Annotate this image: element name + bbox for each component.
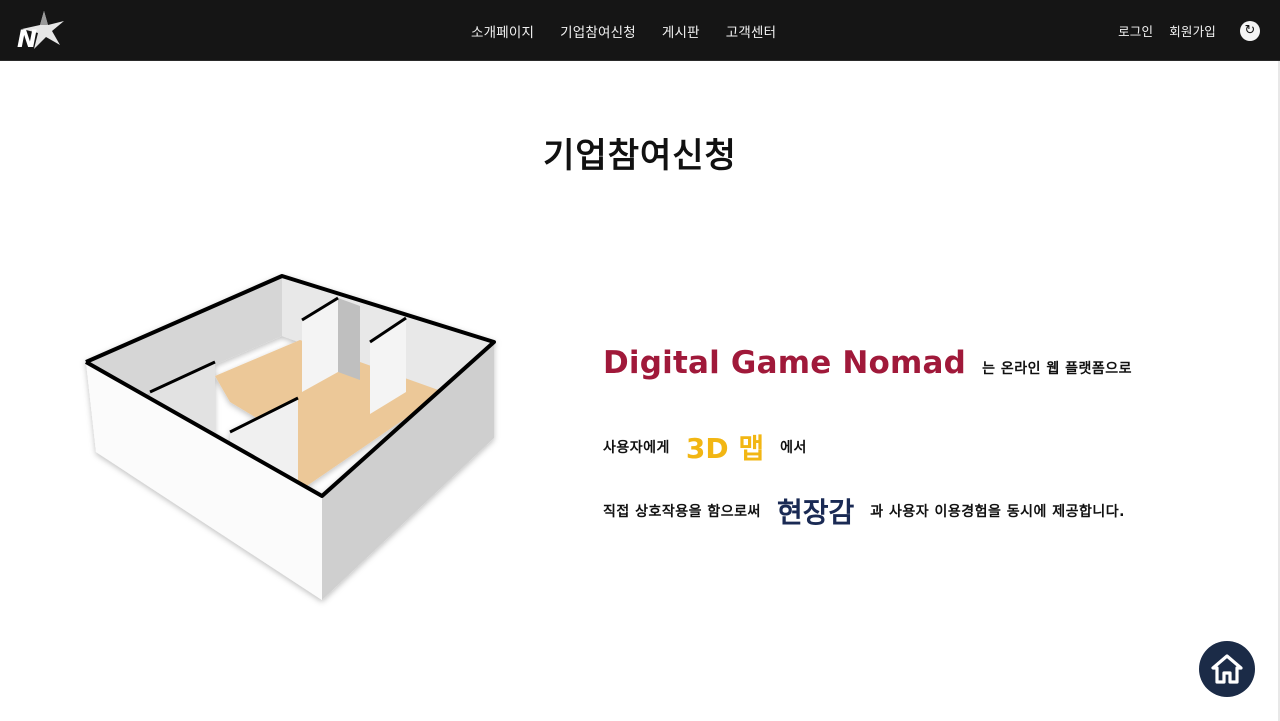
nav-about[interactable]: 소개페이지	[471, 21, 534, 41]
logo-icon[interactable]: N	[14, 9, 70, 53]
login-link[interactable]: 로그인	[1118, 21, 1153, 40]
main-nav: 소개페이지 기업참여신청 게시판 고객센터	[471, 0, 776, 61]
intro-line-3-suffix: 과 사용자 이용경험을 동시에 제공합니다.	[870, 504, 1125, 520]
intro-line-2-suffix: 에서	[780, 440, 807, 456]
nav-board[interactable]: 게시판	[662, 21, 700, 41]
map-highlight: 3D 맵	[685, 432, 765, 465]
svg-text:N: N	[17, 25, 37, 53]
top-navbar: N 소개페이지 기업참여신청 게시판 고객센터 로그인 회원가입 ↻	[0, 0, 1280, 61]
nav-support[interactable]: 고객센터	[726, 21, 776, 41]
3d-room-illustration	[85, 274, 496, 600]
account-nav: 로그인 회원가입 ↻	[1102, 0, 1260, 61]
intro-line-2: 사용자에게 3D 맵 에서	[603, 413, 1243, 481]
refresh-icon[interactable]: ↻	[1240, 20, 1260, 41]
home-button[interactable]	[1199, 641, 1255, 697]
page-title: 기업참여신청	[543, 136, 737, 176]
presence-highlight: 현장감	[776, 496, 855, 529]
brand-name: Digital Game Nomad	[603, 345, 967, 381]
intro-line-2-prefix: 사용자에게	[603, 440, 670, 456]
intro-line-3-prefix: 직접 상호작용을 함으로써	[603, 504, 761, 520]
signup-link[interactable]: 회원가입	[1169, 21, 1216, 40]
intro-line-1: Digital Game Nomad 는 온라인 웹 플랫폼으로	[603, 345, 1243, 405]
intro-line-1-text: 는 온라인 웹 플랫폼으로	[982, 361, 1132, 377]
home-icon	[1211, 654, 1243, 684]
intro-line-3: 직접 상호작용을 함으로써 현장감 과 사용자 이용경험을 동시에 제공합니다.	[603, 481, 1243, 541]
intro-text: Digital Game Nomad 는 온라인 웹 플랫폼으로 사용자에게 3…	[603, 345, 1243, 541]
nav-company-apply[interactable]: 기업참여신청	[560, 21, 636, 41]
